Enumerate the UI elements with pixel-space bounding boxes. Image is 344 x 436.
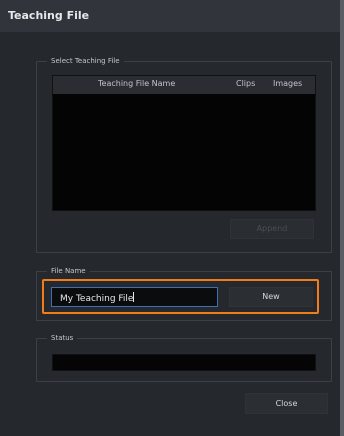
window-edge <box>340 0 344 436</box>
status-display <box>52 354 316 371</box>
close-button[interactable]: Close <box>245 393 328 414</box>
file-name-legend: File Name <box>47 266 90 277</box>
column-header-images[interactable]: Images <box>273 79 302 88</box>
status-legend: Status <box>47 333 78 344</box>
append-button[interactable]: Append <box>230 219 314 239</box>
table-header: Teaching File Name Clips Images <box>53 76 315 94</box>
select-teaching-file-legend: Select Teaching File <box>47 56 124 67</box>
title-bar: Teaching File <box>0 0 340 32</box>
teaching-file-dialog: Teaching File Select Teaching File Teach… <box>0 0 344 436</box>
teaching-file-table[interactable]: Teaching File Name Clips Images <box>52 75 316 211</box>
column-header-clips[interactable]: Clips <box>236 79 255 88</box>
window-title: Teaching File <box>8 9 90 22</box>
annotation-highlight-box <box>42 279 319 314</box>
column-header-name[interactable]: Teaching File Name <box>98 79 175 88</box>
